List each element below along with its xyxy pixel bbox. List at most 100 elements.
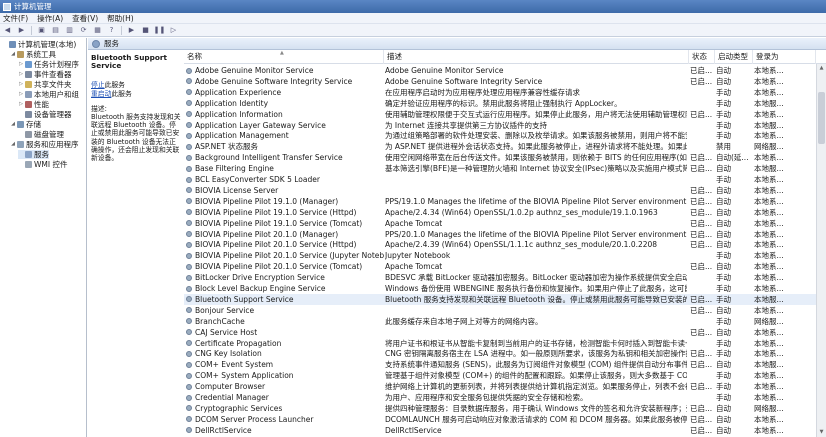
- service-row[interactable]: BIOVIA Pipeline Pilot 20.1.0 Service (Ht…: [184, 239, 816, 250]
- service-row[interactable]: BIOVIA Pipeline Pilot 20.1.0 Service (To…: [184, 261, 816, 272]
- restart-icon[interactable]: ▷: [169, 26, 178, 35]
- column-name[interactable]: 名称: [184, 50, 384, 64]
- service-row[interactable]: Credential Manager 为用户、应用程序和安全服务包提供凭据的安全存…: [184, 392, 816, 403]
- service-status: 已启...: [690, 382, 713, 392]
- service-row[interactable]: BIOVIA Pipeline Pilot 19.1.0 (Manager) PP…: [184, 196, 816, 207]
- scroll-up-icon[interactable]: ▲: [818, 65, 825, 72]
- show-hide-tree-icon[interactable]: ▤: [51, 26, 60, 35]
- up-icon[interactable]: ▣: [37, 26, 46, 35]
- service-row[interactable]: Adobe Genuine Software Integrity Service…: [184, 76, 816, 87]
- tree-expander-icon[interactable]: ▷: [18, 100, 24, 109]
- service-row[interactable]: Application Layer Gateway Service 为 Inter…: [184, 120, 816, 131]
- service-row[interactable]: BCL EasyConverter SDK 5 Loader 手动 本地系...: [184, 174, 816, 185]
- service-gear-icon: [186, 427, 192, 434]
- tree-item[interactable]: ▷ 本地用户和组: [18, 90, 79, 99]
- service-row[interactable]: BIOVIA Pipeline Pilot 20.1.0 Service (Ju…: [184, 250, 816, 261]
- scrollbar-thumb[interactable]: [818, 92, 825, 144]
- tree-expander-icon[interactable]: ▷: [18, 90, 24, 99]
- service-row[interactable]: BIOVIA License Server 已启... 自动 本地系...: [184, 185, 816, 196]
- service-row[interactable]: Computer Browser 维护网络上计算机的更新列表，并将列表提供给计算机…: [184, 381, 816, 392]
- service-log-on-as: 本地系...: [754, 273, 784, 283]
- service-row[interactable]: BIOVIA Pipeline Pilot 19.1.0 Service (Ht…: [184, 207, 816, 218]
- service-row[interactable]: Block Level Backup Engine Service Windows…: [184, 283, 816, 294]
- service-row[interactable]: Certificate Propagation 将用户证书和根证书从智能卡复制到当…: [184, 338, 816, 349]
- service-row[interactable]: DellRctlService DellRctlService 已启... 自动 本地系…: [184, 425, 816, 436]
- tree-item[interactable]: ▷ 事件查看器: [18, 70, 71, 79]
- tree-expander-icon[interactable]: ▷: [18, 70, 24, 79]
- service-description: DCOMLAUNCH 服务可启动响应对象激活请求的 COM 和 DCOM 服务器…: [385, 414, 687, 424]
- menu-help[interactable]: 帮助(H): [107, 13, 134, 24]
- tree-item[interactable]: ▷ 共享文件夹: [18, 80, 71, 89]
- tree-expander-icon[interactable]: ◢: [10, 50, 16, 59]
- menu-file[interactable]: 文件(F): [3, 13, 28, 24]
- service-name-cell: Base Filtering Engine: [186, 163, 384, 174]
- tree-item[interactable]: 计算机管理(本地): [2, 40, 76, 49]
- service-row[interactable]: CAJ Service Host 已启... 自动 本地系...: [184, 327, 816, 338]
- service-description: DellRctlService: [385, 425, 442, 435]
- service-row[interactable]: CNG Key Isolation CNG 密钥隔离服务宿主在 LSA 进程中。如…: [184, 348, 816, 359]
- restart-service-link[interactable]: 重启动: [91, 90, 111, 98]
- service-row[interactable]: COM+ System Application 管理基于组件对象模型 (COM+)…: [184, 370, 816, 381]
- column-status[interactable]: 状态: [689, 50, 715, 64]
- service-name: BIOVIA Pipeline Pilot 19.1.0 Service (To…: [195, 218, 363, 228]
- stop-service-link[interactable]: 停止: [91, 81, 105, 89]
- tree-item[interactable]: ◢ 存储: [10, 120, 41, 129]
- service-name: Computer Browser: [195, 382, 266, 392]
- service-row[interactable]: Bonjour Service 已启... 自动 本地系...: [184, 305, 816, 316]
- service-row[interactable]: Bluetooth Support Service Bluetooth 服务支持发…: [184, 293, 816, 305]
- column-log-on-as[interactable]: 登录为: [753, 50, 816, 64]
- column-startup-type[interactable]: 启动类型: [715, 50, 753, 64]
- service-row[interactable]: Adobe Genuine Monitor Service Adobe Genui…: [184, 65, 816, 76]
- tree-item[interactable]: 设备管理器: [18, 110, 72, 119]
- service-name-cell: Background Intelligent Transfer Service: [186, 152, 384, 163]
- tree-expander-icon[interactable]: ▷: [18, 80, 24, 89]
- forward-icon[interactable]: ▶: [17, 26, 26, 35]
- play-icon[interactable]: ▶: [127, 26, 136, 35]
- tree-item[interactable]: ▷ 任务计划程序: [18, 60, 79, 69]
- tree-item[interactable]: ◢ 系统工具: [10, 50, 56, 59]
- service-row[interactable]: Background Intelligent Transfer Service 使…: [184, 152, 816, 163]
- refresh-icon[interactable]: ⟳: [79, 26, 88, 35]
- service-startup-type: 手动: [716, 175, 731, 184]
- service-row[interactable]: BIOVIA Pipeline Pilot 20.1.0 (Manager) PP…: [184, 229, 816, 240]
- stop-icon[interactable]: ■: [141, 26, 150, 35]
- vertical-scrollbar[interactable]: ▲ ▼: [816, 64, 826, 437]
- tree-item-label: 系统工具: [26, 50, 56, 59]
- back-icon[interactable]: ◀: [3, 26, 12, 35]
- service-log-on-as: 本地系...: [754, 240, 784, 250]
- service-row[interactable]: ASP.NET 状态服务 为 ASP.NET 提供进程外会话状态支持。如果此服务被…: [184, 141, 816, 152]
- service-row[interactable]: BIOVIA Pipeline Pilot 19.1.0 Service (To…: [184, 218, 816, 229]
- service-row[interactable]: DCOM Server Process Launcher DCOMLAUNCH 服…: [184, 414, 816, 425]
- tree-expander-icon[interactable]: ◢: [10, 120, 16, 129]
- service-row[interactable]: Application Identity 确定并验证应用程序的标识。禁用此服务将阻…: [184, 98, 816, 109]
- service-row[interactable]: BranchCache 此服务缓存来自本地子网上对等方的网络内容。 手动 网络服...: [184, 316, 816, 327]
- service-row[interactable]: BitLocker Drive Encryption Service BDESVC…: [184, 272, 816, 283]
- help-icon[interactable]: ?: [107, 26, 116, 35]
- service-log-on-as: 本地系...: [754, 218, 784, 228]
- tree-expander-icon[interactable]: ◢: [10, 140, 16, 149]
- tree-item[interactable]: ◢ 服务和应用程序: [10, 140, 78, 149]
- tree-item[interactable]: WMI 控件: [18, 160, 67, 169]
- scroll-down-icon[interactable]: ▼: [818, 429, 825, 436]
- properties-icon[interactable]: ▥: [65, 26, 74, 35]
- service-row[interactable]: Cryptographic Services 提供四种管理服务：目录数据库服务，用…: [184, 403, 816, 414]
- service-gear-icon: [186, 132, 192, 139]
- selected-service-name: Bluetooth Support Service: [91, 53, 167, 71]
- tree-item[interactable]: ▷ 性能: [18, 100, 49, 109]
- export-icon[interactable]: ▦: [93, 26, 102, 35]
- service-row[interactable]: COM+ Event System 支持系统事件通知服务 (SENS)，此服务为订…: [184, 359, 816, 370]
- menu-action[interactable]: 操作(A): [37, 13, 63, 24]
- service-description: Jupyter Notebook: [385, 251, 451, 261]
- tree-item[interactable]: 磁盘管理: [18, 130, 64, 139]
- service-row[interactable]: Application Management 为通过组策略部署的软件处理安装、删除…: [184, 130, 816, 141]
- tree-item[interactable]: 服务: [18, 150, 49, 159]
- service-description: [385, 327, 687, 338]
- service-row[interactable]: Application Information 使用辅助管理权限便于交互式运行应用…: [184, 109, 816, 120]
- service-row[interactable]: Base Filtering Engine 基本筛选引擎(BFE)是一种管理防火墙…: [184, 163, 816, 174]
- pause-icon[interactable]: ❚❚: [154, 26, 166, 35]
- column-description[interactable]: 描述: [384, 50, 689, 64]
- service-name-cell: BIOVIA License Server: [186, 185, 384, 196]
- tree-expander-icon[interactable]: ▷: [18, 60, 24, 69]
- service-row[interactable]: Application Experience 在应用程序启动时为应用程序处理应用程…: [184, 87, 816, 98]
- menu-view[interactable]: 查看(V): [72, 13, 98, 24]
